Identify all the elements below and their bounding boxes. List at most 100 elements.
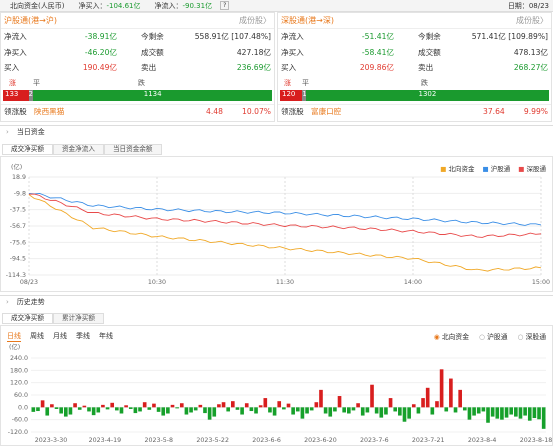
y-tick-label: -120.0: [8, 429, 28, 436]
bar: [444, 407, 449, 412]
y-tick-label: -60.0: [12, 417, 28, 424]
y-tick-label: 0.0: [18, 404, 28, 411]
bar: [518, 407, 523, 419]
tab-balance[interactable]: 当日资金余额: [103, 144, 162, 155]
bar: [54, 407, 59, 409]
history-section-header[interactable]: › 历史走势: [0, 295, 553, 307]
y-tick-label: 18.9: [12, 174, 26, 181]
sh-leader-name[interactable]: 陕西黑猫: [34, 106, 64, 117]
sh-leader-label: 领涨股: [4, 107, 27, 117]
bar: [342, 407, 346, 413]
sz-flat-label: 平: [302, 78, 309, 87]
y-tick-label: 60.0: [14, 392, 28, 399]
sz-turnover: 478.13亿: [513, 47, 548, 57]
sh-quota-label: 今剩余: [141, 32, 164, 42]
help-icon[interactable]: ?: [220, 1, 230, 10]
bar: [156, 407, 161, 412]
bar: [323, 407, 328, 414]
sz-leader-price: 37.64: [483, 107, 505, 117]
sh-constituents-link[interactable]: 成份股〉: [239, 15, 271, 26]
sz-up-label: 涨: [284, 78, 291, 87]
tab-history-net-buy[interactable]: 成交净买额: [2, 313, 53, 324]
bar: [416, 407, 421, 414]
bar: [523, 407, 527, 416]
sz-buy: 209.86亿: [359, 63, 394, 73]
x-tick-label: 2023-6-20: [304, 437, 337, 444]
sh-net-in-label: 净流入: [4, 32, 27, 42]
chevron-down-icon[interactable]: ›: [6, 128, 9, 136]
sh-net-buy-label: 净买入: [4, 47, 27, 57]
bar: [128, 407, 133, 409]
bar: [467, 407, 472, 420]
bar: [453, 407, 458, 413]
fund-title: 北向资金(人民币): [10, 1, 65, 10]
sh-panel: 沪股通(港→沪) 成份股〉 净流入 -38.91亿 今剩余 558.91亿 [107.4…: [0, 12, 275, 122]
net-buy-label: 净买入：: [78, 1, 107, 10]
y-tick-label: 120.0: [10, 380, 28, 387]
bar: [537, 407, 541, 420]
y-tick-label: -114.3: [6, 272, 26, 279]
tab-history-cumulative[interactable]: 累计净买额: [52, 313, 104, 324]
bar: [286, 403, 291, 408]
bar: [277, 401, 282, 408]
bar: [514, 407, 518, 417]
sh-title[interactable]: 沪股通(港→沪): [4, 15, 57, 26]
bar: [198, 404, 203, 408]
sz-buy-label: 买入: [281, 63, 297, 73]
intraday-section-header[interactable]: › 当日资金: [0, 125, 553, 137]
sz-constituents-link[interactable]: 成份股〉: [516, 15, 548, 26]
history-chart-panel: 日线 周线 月线 季线 年线 ◉ 北向资金 ○ 沪股通 ○ 深股通 (亿) 24…: [0, 325, 553, 446]
y-tick-label: -56.7: [10, 223, 26, 230]
sz-leader-name[interactable]: 富康口腔: [311, 106, 341, 117]
bar: [393, 407, 398, 412]
bar: [309, 407, 314, 411]
bar: [370, 384, 374, 408]
bar: [77, 407, 82, 410]
bar: [481, 407, 486, 412]
bar: [91, 407, 96, 416]
y-tick-label: -37.5: [10, 207, 26, 214]
sh-buy: 190.49亿: [82, 63, 117, 73]
x-tick-label: 2023-5-22: [196, 437, 229, 444]
bar: [291, 407, 295, 415]
sz-sell: 268.27亿: [513, 63, 548, 73]
bar: [356, 403, 360, 408]
bar: [402, 407, 407, 422]
bar: [435, 401, 439, 408]
x-tick-label: 2023-4-19: [89, 437, 122, 444]
net-buy-value: -104.61亿: [106, 1, 141, 10]
bar: [495, 407, 500, 419]
x-tick-label: 11:30: [276, 279, 294, 286]
bar: [249, 407, 254, 412]
tab-net-buy[interactable]: 成交净买额: [2, 144, 53, 155]
chevron-down-icon[interactable]: ›: [6, 298, 9, 306]
bar: [333, 407, 337, 412]
x-tick-label: 08/23: [20, 279, 38, 286]
bar: [221, 402, 226, 408]
sz-down-count: 1302: [305, 89, 549, 101]
y-tick-label: 240.0: [10, 355, 28, 362]
y-tick-label: -75.6: [10, 239, 26, 246]
bar: [365, 407, 370, 413]
y-tick-label: -9.8: [14, 190, 26, 197]
bar: [175, 407, 179, 409]
bar: [272, 407, 277, 416]
bar: [532, 407, 537, 419]
bar: [115, 407, 119, 411]
sz-title[interactable]: 深股通(港→深): [281, 15, 334, 26]
bar: [63, 407, 68, 417]
sz-quota: 571.41亿 [109.89%]: [471, 32, 548, 42]
bar: [119, 407, 124, 414]
bar: [36, 407, 40, 412]
y-tick-label: -94.5: [10, 256, 26, 263]
bar: [133, 407, 138, 414]
bar: [295, 407, 300, 412]
date-display: 日期：08/23: [507, 1, 549, 10]
bar: [458, 389, 462, 408]
sh-turnover-label: 成交额: [141, 47, 164, 57]
sh-leader-pct: 10.07%: [242, 107, 271, 117]
bar: [486, 407, 490, 423]
tab-net-inflow[interactable]: 资金净流入: [52, 144, 104, 155]
sh-up-count: 133: [3, 89, 29, 101]
bar: [207, 407, 212, 420]
